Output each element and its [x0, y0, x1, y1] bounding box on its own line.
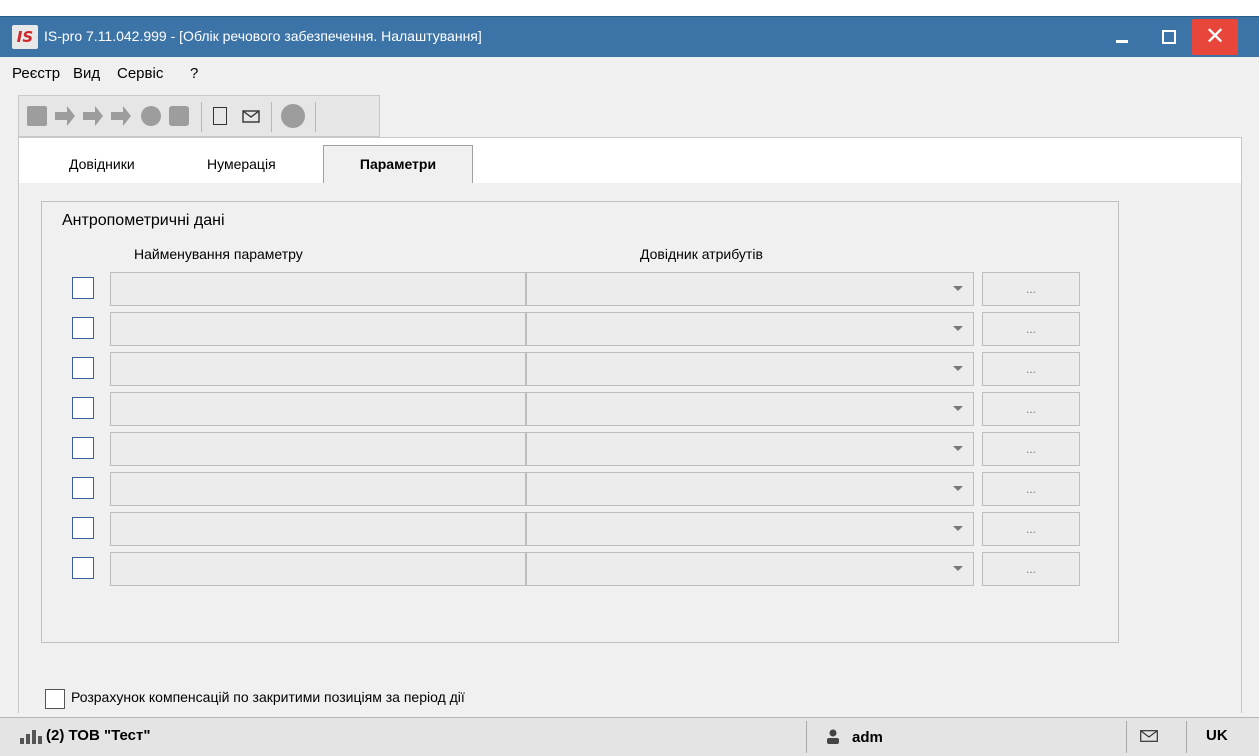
- arrow-icon[interactable]: [83, 106, 103, 126]
- chevron-down-icon: [953, 526, 963, 531]
- attribute-dropdown[interactable]: [526, 472, 974, 506]
- attribute-dropdown[interactable]: [526, 272, 974, 306]
- user-icon: [827, 729, 839, 744]
- parameter-name-field[interactable]: [110, 312, 526, 346]
- organization-name: (2) ТОВ "Тест": [46, 727, 151, 744]
- document-icon[interactable]: [213, 107, 227, 125]
- parameter-checkbox[interactable]: [72, 477, 94, 499]
- minimize-button[interactable]: [1100, 17, 1146, 57]
- chevron-down-icon: [953, 566, 963, 571]
- parameter-checkbox[interactable]: [72, 437, 94, 459]
- printer-icon[interactable]: [169, 106, 189, 126]
- status-separator: [806, 721, 807, 753]
- toolbar-separator: [271, 102, 272, 132]
- parameter-checkbox[interactable]: [72, 397, 94, 419]
- mail-icon[interactable]: [1140, 730, 1158, 742]
- menu-registry[interactable]: Реєстр: [12, 65, 60, 82]
- toolbar: [18, 95, 380, 137]
- status-separator: [1126, 721, 1127, 753]
- organization-icon: [20, 730, 42, 744]
- maximize-button[interactable]: [1146, 17, 1192, 57]
- gear-icon[interactable]: [141, 106, 161, 126]
- tab-strip: Довідники Нумерація Параметри: [18, 137, 1242, 185]
- language-indicator[interactable]: UK: [1206, 727, 1228, 744]
- attribute-dropdown[interactable]: [526, 312, 974, 346]
- parameter-name-field[interactable]: [110, 272, 526, 306]
- circle-icon[interactable]: [281, 104, 305, 128]
- tab-numbering[interactable]: Нумерація: [207, 156, 276, 172]
- minimize-icon: [1116, 40, 1128, 43]
- column-header-name: Найменування параметру: [134, 246, 303, 262]
- attribute-dropdown[interactable]: [526, 512, 974, 546]
- parameter-row: ...: [42, 390, 1118, 426]
- ellipsis-button[interactable]: ...: [982, 432, 1080, 466]
- parameter-row: ...: [42, 430, 1118, 466]
- group-title: Антропометричні дані: [62, 212, 225, 229]
- parameter-name-field[interactable]: [110, 352, 526, 386]
- parameter-checkbox[interactable]: [72, 357, 94, 379]
- tab-directories[interactable]: Довідники: [69, 156, 135, 172]
- chevron-down-icon: [953, 286, 963, 291]
- compensation-checkbox[interactable]: [45, 689, 65, 709]
- attribute-dropdown[interactable]: [526, 392, 974, 426]
- parameter-row: ...: [42, 470, 1118, 506]
- status-separator: [1186, 721, 1187, 753]
- parameter-row: ...: [42, 510, 1118, 546]
- parameter-row: ...: [42, 310, 1118, 346]
- chevron-down-icon: [953, 486, 963, 491]
- parameter-name-field[interactable]: [110, 512, 526, 546]
- compensation-label: Розрахунок компенсацій по закритими пози…: [71, 689, 465, 705]
- menu-service[interactable]: Сервіс: [117, 65, 163, 82]
- user-name: adm: [852, 729, 883, 746]
- parameter-name-field[interactable]: [110, 432, 526, 466]
- close-button[interactable]: ✕: [1192, 19, 1238, 55]
- arrow-icon[interactable]: [111, 106, 131, 126]
- anthropometric-group: Антропометричні дані Найменування параме…: [41, 201, 1119, 643]
- attribute-dropdown[interactable]: [526, 432, 974, 466]
- menu-help[interactable]: ?: [190, 65, 198, 82]
- status-bar: (2) ТОВ "Тест" adm UK: [0, 717, 1259, 756]
- ellipsis-button[interactable]: ...: [982, 512, 1080, 546]
- app-logo-icon: IS: [12, 25, 38, 49]
- toolbar-separator: [315, 102, 316, 132]
- attribute-dropdown[interactable]: [526, 552, 974, 586]
- title-bar[interactable]: IS IS-pro 7.11.042.999 - [Облік речового…: [0, 17, 1259, 57]
- chevron-down-icon: [953, 326, 963, 331]
- maximize-icon: [1162, 30, 1176, 44]
- parameter-checkbox[interactable]: [72, 517, 94, 539]
- menu-view[interactable]: Вид: [73, 65, 100, 82]
- ellipsis-button[interactable]: ...: [982, 312, 1080, 346]
- column-header-attributes: Довідник атрибутів: [640, 246, 763, 262]
- tab-content: Антропометричні дані Найменування параме…: [18, 183, 1242, 713]
- ellipsis-button[interactable]: ...: [982, 272, 1080, 306]
- app-window: IS IS-pro 7.11.042.999 - [Облік речового…: [0, 16, 1259, 756]
- ellipsis-button[interactable]: ...: [982, 352, 1080, 386]
- parameter-name-field[interactable]: [110, 472, 526, 506]
- close-icon: ✕: [1204, 23, 1226, 50]
- chevron-down-icon: [953, 406, 963, 411]
- mail-icon[interactable]: [241, 106, 261, 126]
- parameter-row: ...: [42, 270, 1118, 306]
- parameter-row: ...: [42, 550, 1118, 586]
- parameter-checkbox[interactable]: [72, 277, 94, 299]
- ellipsis-button[interactable]: ...: [982, 392, 1080, 426]
- parameter-name-field[interactable]: [110, 552, 526, 586]
- folder-icon[interactable]: [27, 106, 47, 126]
- ellipsis-button[interactable]: ...: [982, 472, 1080, 506]
- attribute-dropdown[interactable]: [526, 352, 974, 386]
- parameter-checkbox[interactable]: [72, 557, 94, 579]
- tab-parameters[interactable]: Параметри: [323, 145, 473, 185]
- ellipsis-button[interactable]: ...: [982, 552, 1080, 586]
- chevron-down-icon: [953, 366, 963, 371]
- parameter-name-field[interactable]: [110, 392, 526, 426]
- window-title: IS-pro 7.11.042.999 - [Облік речового за…: [44, 28, 482, 44]
- toolbar-separator: [201, 102, 202, 132]
- parameter-checkbox[interactable]: [72, 317, 94, 339]
- menu-bar: Реєстр Вид Сервіс ?: [0, 58, 1259, 88]
- arrow-icon[interactable]: [55, 106, 75, 126]
- parameter-row: ...: [42, 350, 1118, 386]
- chevron-down-icon: [953, 446, 963, 451]
